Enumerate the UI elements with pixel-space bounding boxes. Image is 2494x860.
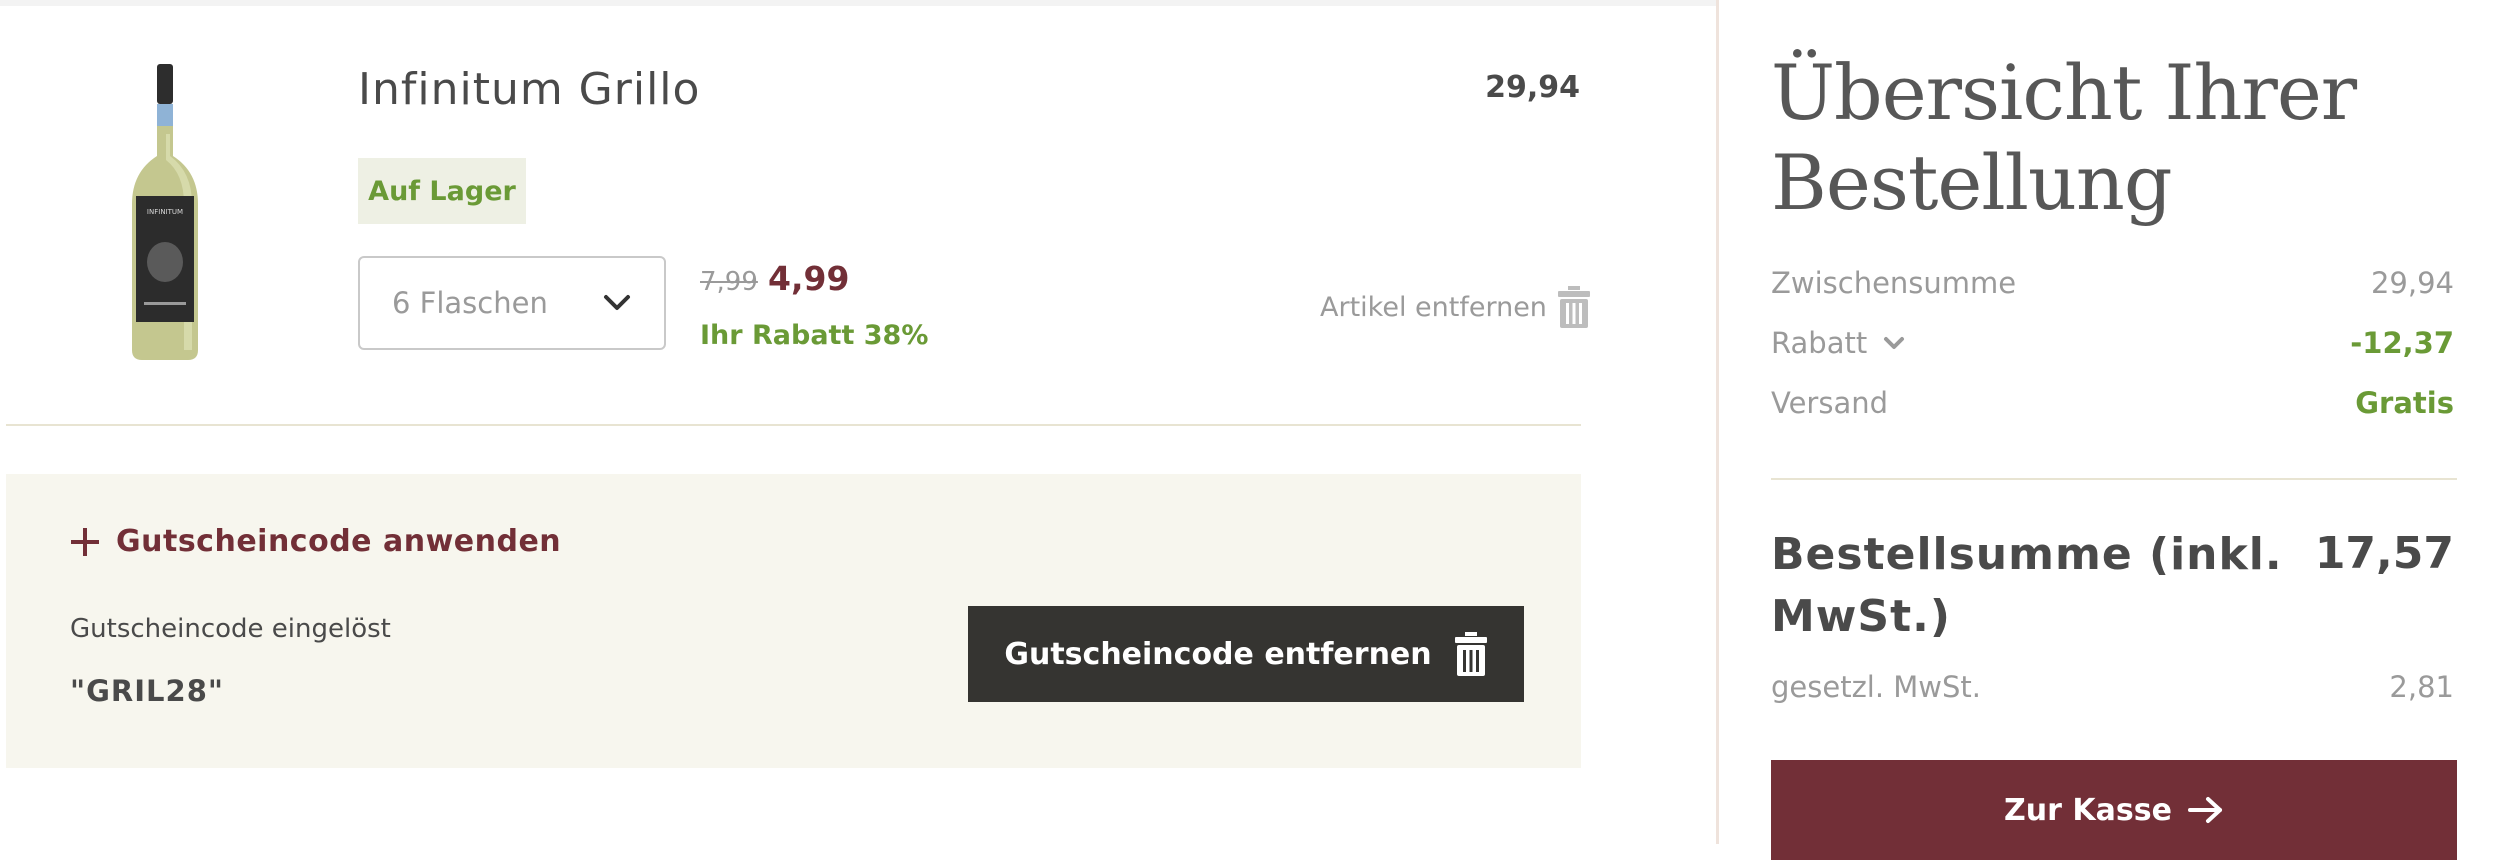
coupon-applied-label: Gutscheincode eingelöst: [70, 614, 391, 644]
shipping-value: Gratis: [2355, 386, 2454, 420]
chevron-down-icon: [604, 295, 630, 310]
total-label: Bestellsumme (inkl. MwSt.): [1771, 529, 2283, 642]
stock-badge: Auf Lager: [358, 158, 526, 224]
remove-coupon-label: Gutscheincode entfernen: [1004, 636, 1432, 672]
discount-text: Ihr Rabatt 38%: [700, 320, 929, 351]
discount-label: Rabatt: [1771, 326, 1868, 360]
vat-value: 2,81: [2389, 670, 2454, 704]
product-image[interactable]: INFINITUM: [126, 64, 204, 360]
coupon-section: Gutscheincode anwenden Gutscheincode ein…: [6, 474, 1581, 768]
old-price: 7,99: [700, 267, 758, 297]
arrow-right-icon: [2187, 797, 2222, 823]
discount-toggle[interactable]: Rabatt: [1771, 326, 1907, 360]
checkout-button[interactable]: Zur Kasse: [1771, 760, 2457, 860]
chevron-down-icon: [1884, 337, 1905, 349]
product-name[interactable]: Infinitum Grillo: [358, 64, 700, 115]
new-price: 4,99: [768, 259, 850, 298]
trash-icon: [1454, 632, 1487, 676]
coupon-code: "GRIL28": [70, 674, 224, 708]
summary-title-line1: Übersicht Ihrer: [1771, 48, 2357, 137]
summary-title-line2: Bestellung: [1771, 138, 2173, 227]
top-border: [0, 0, 1718, 6]
item-divider: [6, 424, 1581, 426]
coupon-toggle-label: Gutscheincode anwenden: [116, 524, 562, 559]
remove-item-label: Artikel entfernen: [1320, 291, 1547, 323]
remove-item-button[interactable]: Artikel entfernen: [1320, 286, 1591, 328]
discount-value: -12,37: [2350, 326, 2454, 360]
shipping-label: Versand: [1771, 386, 1889, 420]
order-summary: Übersicht Ihrer Bestellung Zwischensumme…: [1716, 0, 2494, 860]
plus-icon: [71, 527, 99, 556]
checkout-label: Zur Kasse: [2004, 792, 2172, 828]
coupon-toggle[interactable]: Gutscheincode anwenden: [70, 524, 561, 559]
line-total: 29,94: [1485, 70, 1580, 105]
summary-divider: [1771, 478, 2457, 480]
remove-coupon-button[interactable]: Gutscheincode entfernen: [968, 606, 1524, 702]
summary-title: Übersicht Ihrer Bestellung: [1771, 48, 2411, 228]
bottle-label: INFINITUM: [147, 208, 183, 216]
subtotal-value: 29,94: [2370, 266, 2454, 300]
subtotal-label: Zwischensumme: [1771, 266, 2017, 300]
quantity-select[interactable]: 6 Flaschen: [358, 256, 666, 350]
quantity-value: 6 Flaschen: [392, 286, 548, 320]
total-value: 17,57: [2314, 528, 2454, 579]
trash-icon: [1557, 286, 1590, 328]
vat-label: gesetzl. MwSt.: [1771, 670, 1982, 704]
